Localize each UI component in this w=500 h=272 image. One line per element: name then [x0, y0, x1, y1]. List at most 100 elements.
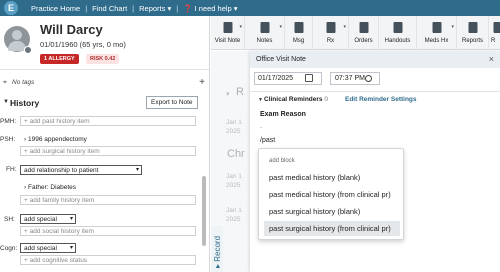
more-button[interactable]: R — [489, 16, 500, 50]
risk-badge[interactable]: RISK 0.42 — [86, 54, 120, 64]
close-icon[interactable]: × — [489, 54, 494, 64]
reports-label: Reports — [461, 38, 483, 44]
msg-label: Msg — [292, 38, 305, 44]
rx-button[interactable]: ▾ Rx — [313, 16, 349, 50]
fh-item-text: Father: Diabetes — [27, 184, 77, 191]
pmh-input[interactable]: + add past history item — [20, 116, 196, 126]
fh-input[interactable]: + add family history item — [20, 195, 196, 205]
chevron-down-icon[interactable]: ▼ — [258, 97, 263, 103]
meds-hx-button[interactable]: ▾ Meds Hx — [417, 16, 457, 50]
notes-icon — [260, 22, 269, 33]
visit-note-button[interactable]: ▾ Visit Note — [211, 16, 245, 50]
background-heading: R — [236, 86, 244, 98]
orders-button[interactable]: Orders — [349, 16, 379, 50]
chevron-down-icon: ▾ — [451, 24, 454, 30]
nav-help[interactable]: ❓ I need help ▾ — [178, 4, 242, 13]
meds-icon — [432, 22, 441, 33]
bg-date-year: 2025 — [226, 182, 241, 189]
pmh-label: PMH: — [0, 118, 17, 125]
cogn-special-select[interactable]: add special — [20, 243, 76, 253]
tags-row: ⌖ No tags + — [0, 76, 210, 90]
reports-button[interactable]: Reports — [457, 16, 489, 50]
calendar-icon[interactable] — [305, 74, 313, 82]
nav-help-label: I need help ▾ — [194, 3, 238, 13]
background-date: Jan 1 2025 — [226, 206, 242, 224]
clinical-reminders-toggle[interactable]: Clinical Reminders 0 — [264, 96, 328, 103]
record-tab-label: ▸ Record — [213, 235, 222, 268]
cogn-input[interactable]: + add cognitive status — [20, 255, 196, 265]
note-text-input[interactable]: /past — [260, 137, 275, 144]
divider — [250, 91, 500, 92]
note-panel-header: Office Visit Note × — [250, 51, 500, 68]
chevron-down-icon: ▾ — [279, 24, 282, 30]
dropdown-item-active[interactable]: past surgical history (from clinical pr) — [264, 221, 400, 236]
cogn-placeholder: add cognitive status — [29, 257, 88, 264]
add-block-dropdown: add block past medical history (blank) p… — [258, 148, 404, 240]
dropdown-item[interactable]: past surgical history (blank) — [264, 204, 400, 219]
visit-time-field[interactable]: 07:37 PM — [330, 72, 380, 85]
rx-icon — [326, 22, 335, 33]
tag-icon: ⌖ — [3, 79, 7, 86]
reminders-count: 0 — [324, 96, 328, 103]
exam-reason-label: Exam Reason — [260, 111, 306, 118]
bg-date-year: 2025 — [226, 128, 241, 135]
gear-icon[interactable] — [24, 46, 32, 54]
bg-date-day: Jan 1 — [226, 207, 242, 214]
handouts-button[interactable]: Handouts — [379, 16, 417, 50]
exam-reason-value[interactable]: - — [260, 124, 262, 131]
sh-special-select[interactable]: add special — [20, 214, 76, 224]
patient-dob: 01/01/1960 (65 yrs, 0 mo) — [40, 40, 126, 49]
export-to-note-button[interactable]: Export to Note — [146, 96, 198, 109]
handouts-icon — [393, 22, 402, 33]
nav-reports[interactable]: Reports ▾ — [134, 4, 176, 13]
app-logo[interactable]: E — [4, 1, 18, 15]
tags-text: No tags — [12, 79, 35, 86]
psh-item-text: 1996 appendectomy — [27, 136, 87, 143]
background-chr-heading: Chr — [227, 148, 245, 160]
bg-date-year: 2025 — [226, 216, 241, 223]
meds-hx-label: Meds Hx — [424, 38, 449, 44]
dropdown-item[interactable]: past medical history (from clinical pr) — [264, 187, 400, 202]
note-icon — [223, 22, 232, 33]
psh-placeholder: add surgical history item — [29, 148, 100, 155]
sh-input[interactable]: + add social history item — [20, 226, 196, 236]
chevron-down-icon: ▾ — [343, 24, 346, 30]
chevron-down-icon[interactable]: ▼ — [3, 99, 9, 105]
history-section-header: ▼ History Export to Note — [0, 96, 210, 110]
note-title: Office Visit Note — [256, 56, 306, 63]
add-tag-button[interactable]: + — [199, 77, 205, 88]
patient-panel: Will Darcy 01/01/1960 (65 yrs, 0 mo) 1 A… — [0, 16, 210, 272]
orders-icon — [359, 22, 368, 33]
background-date: Jan 1 2025 — [226, 118, 242, 136]
fh-placeholder: add family history item — [29, 197, 95, 204]
msg-button[interactable]: Msg — [285, 16, 313, 50]
fh-item[interactable]: › Father: Diabetes — [24, 184, 76, 191]
chevron-down-icon: ▾ — [226, 91, 230, 98]
psh-item[interactable]: › 1996 appendectomy — [24, 136, 87, 143]
edit-reminder-settings-link[interactable]: Edit Reminder Settings — [345, 96, 417, 103]
fh-label: FH: — [6, 166, 17, 173]
scrollbar[interactable] — [202, 176, 206, 246]
reports-icon — [468, 22, 477, 33]
psh-input[interactable]: + add surgical history item — [20, 146, 196, 156]
history-title: History — [10, 98, 40, 108]
top-nav-bar: E Practice Home | Find Chart | Reports ▾… — [0, 0, 500, 16]
notes-label: Notes — [256, 38, 273, 44]
nav-find-chart[interactable]: Find Chart — [87, 4, 132, 13]
nav-practice-home[interactable]: Practice Home — [26, 4, 85, 13]
more-icon — [493, 22, 500, 33]
help-icon: ❓ — [183, 3, 193, 13]
notes-button[interactable]: ▾ Notes — [245, 16, 285, 50]
chart-toolbar: ▾ Visit Note ▾ Notes Msg ▾ Rx Orders Handou… — [211, 16, 500, 50]
bg-date-day: Jan 1 — [226, 119, 242, 126]
more-label: R — [491, 38, 496, 44]
dropdown-header: add block — [269, 158, 295, 164]
clock-icon[interactable] — [365, 75, 372, 82]
allergy-badge[interactable]: 1 ALLERGY — [40, 54, 79, 64]
rx-label: Rx — [326, 38, 335, 44]
patient-name: Will Darcy — [40, 22, 103, 37]
dropdown-item[interactable]: past medical history (blank) — [264, 170, 400, 185]
pmh-placeholder: add past history item — [29, 118, 90, 125]
fh-relationship-select[interactable]: add relationship to patient — [20, 165, 142, 175]
cogn-label: Cogn: — [0, 245, 18, 252]
